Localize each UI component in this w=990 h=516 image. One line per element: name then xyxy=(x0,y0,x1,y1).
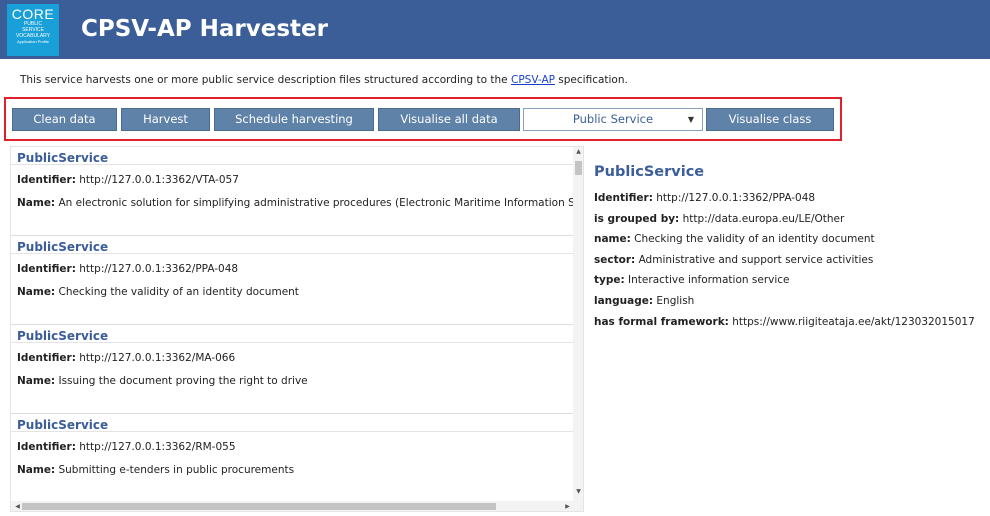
class-select[interactable]: Public Service ▼ xyxy=(523,108,703,131)
list-item-title[interactable]: PublicService xyxy=(11,236,573,254)
list-item-identifier: Identifier: http://127.0.0.1:3362/VTA-05… xyxy=(17,174,573,186)
harvest-button[interactable]: Harvest xyxy=(121,108,210,131)
scroll-right-arrow-icon[interactable]: ▶ xyxy=(562,503,573,510)
horizontal-scroll-thumb[interactable] xyxy=(22,503,496,510)
detail-label: name: xyxy=(594,233,631,246)
app-header: CORE PUBLIC SERVICE VOCABULARY Applicati… xyxy=(0,0,990,59)
detail-label: language: xyxy=(594,294,654,307)
detail-row-name: name: Checking the validity of an identi… xyxy=(594,233,984,245)
name-value: Issuing the document proving the right t… xyxy=(58,375,308,387)
toolbar: Clean data Harvest Schedule harvesting V… xyxy=(4,97,842,141)
list-item-name: Name: Submitting e-tenders in public pro… xyxy=(17,464,573,476)
cpsv-ap-link[interactable]: CPSV-AP xyxy=(511,74,555,86)
detail-value: Interactive information service xyxy=(628,274,790,287)
detail-label: Identifier: xyxy=(594,192,653,204)
identifier-label: Identifier: xyxy=(17,263,76,275)
detail-panel: PublicService Identifier: http://127.0.0… xyxy=(594,164,984,336)
scroll-down-arrow-icon[interactable]: ▼ xyxy=(573,488,583,495)
chevron-down-icon: ▼ xyxy=(687,115,694,124)
detail-label: is grouped by: xyxy=(594,212,680,225)
list-item[interactable]: PublicService Identifier: http://127.0.0… xyxy=(11,236,573,325)
list-item-name: Name: An electronic solution for simplif… xyxy=(17,197,573,209)
identifier-label: Identifier: xyxy=(17,174,76,186)
core-vocabulary-logo: CORE PUBLIC SERVICE VOCABULARY Applicati… xyxy=(7,4,59,56)
detail-label: has formal framework: xyxy=(594,315,729,328)
detail-row-language: language: English xyxy=(594,295,984,307)
intro-text-after: specification. xyxy=(554,74,628,86)
name-value: An electronic solution for simplifying a… xyxy=(58,197,573,209)
detail-value: English xyxy=(656,294,695,307)
detail-row-formal-framework: has formal framework: https://www.riigit… xyxy=(594,316,984,328)
vertical-scrollbar[interactable]: ▲ ▼ xyxy=(573,147,583,501)
detail-value: https://www.riigiteataja.ee/akt/12303201… xyxy=(732,315,975,328)
list-item[interactable]: PublicService Identifier: http://127.0.0… xyxy=(11,325,573,414)
service-list: PublicService Identifier: http://127.0.0… xyxy=(11,147,573,501)
list-item-identifier: Identifier: http://127.0.0.1:3362/RM-055 xyxy=(17,441,573,453)
detail-value: Checking the validity of an identity doc… xyxy=(634,233,875,246)
detail-label: type: xyxy=(594,274,625,287)
logo-line-4: Application Profile xyxy=(16,39,50,44)
identifier-label: Identifier: xyxy=(17,352,76,364)
list-item-title[interactable]: PublicService xyxy=(11,147,573,165)
name-label: Name: xyxy=(17,464,56,476)
scroll-up-arrow-icon[interactable]: ▲ xyxy=(573,148,583,155)
list-item-title[interactable]: PublicService xyxy=(11,325,573,343)
identifier-label: Identifier: xyxy=(17,441,76,453)
detail-row-sector: sector: Administrative and support servi… xyxy=(594,254,984,266)
app-title: CPSV-AP Harvester xyxy=(81,16,328,42)
detail-value: http://data.europa.eu/LE/Other xyxy=(682,212,845,225)
name-value: Submitting e-tenders in public procureme… xyxy=(58,464,295,476)
logo-core-text: CORE xyxy=(11,6,55,22)
detail-title: PublicService xyxy=(594,164,705,180)
detail-row-identifier: Identifier: http://127.0.0.1:3362/PPA-04… xyxy=(594,192,984,204)
service-list-panel: PublicService Identifier: http://127.0.0… xyxy=(10,146,584,512)
identifier-value: http://127.0.0.1:3362/RM-055 xyxy=(79,441,236,453)
list-item-name: Name: Issuing the document proving the r… xyxy=(17,375,573,387)
detail-value: http://127.0.0.1:3362/PPA-048 xyxy=(656,192,816,204)
list-item[interactable]: PublicService Identifier: http://127.0.0… xyxy=(11,414,573,501)
detail-value: Administrative and support service activ… xyxy=(638,253,874,266)
visualise-all-data-button[interactable]: Visualise all data xyxy=(378,108,520,131)
clean-data-button[interactable]: Clean data xyxy=(12,108,117,131)
list-item-identifier: Identifier: http://127.0.0.1:3362/PPA-04… xyxy=(17,263,573,275)
intro-text-before: This service harvests one or more public… xyxy=(20,74,511,86)
name-label: Name: xyxy=(17,286,56,298)
horizontal-scrollbar[interactable]: ◀ ▶ xyxy=(11,501,583,511)
identifier-value: http://127.0.0.1:3362/VTA-057 xyxy=(79,174,239,186)
list-item-identifier: Identifier: http://127.0.0.1:3362/MA-066 xyxy=(17,352,573,364)
name-label: Name: xyxy=(17,197,56,209)
detail-label: sector: xyxy=(594,253,636,266)
list-item-title[interactable]: PublicService xyxy=(11,414,573,432)
detail-row-type: type: Interactive information service xyxy=(594,274,984,286)
vertical-scroll-thumb[interactable] xyxy=(575,161,582,175)
detail-row-grouped-by: is grouped by: http://data.europa.eu/LE/… xyxy=(594,213,984,225)
intro-text: This service harvests one or more public… xyxy=(20,74,628,86)
identifier-value: http://127.0.0.1:3362/PPA-048 xyxy=(79,263,239,275)
class-select-value: Public Service xyxy=(572,112,654,126)
list-item[interactable]: PublicService Identifier: http://127.0.0… xyxy=(11,147,573,236)
schedule-harvesting-button[interactable]: Schedule harvesting xyxy=(214,108,374,131)
identifier-value: http://127.0.0.1:3362/MA-066 xyxy=(79,352,236,364)
visualise-class-button[interactable]: Visualise class xyxy=(706,108,834,131)
list-item-name: Name: Checking the validity of an identi… xyxy=(17,286,573,298)
name-value: Checking the validity of an identity doc… xyxy=(58,286,299,298)
name-label: Name: xyxy=(17,375,56,387)
